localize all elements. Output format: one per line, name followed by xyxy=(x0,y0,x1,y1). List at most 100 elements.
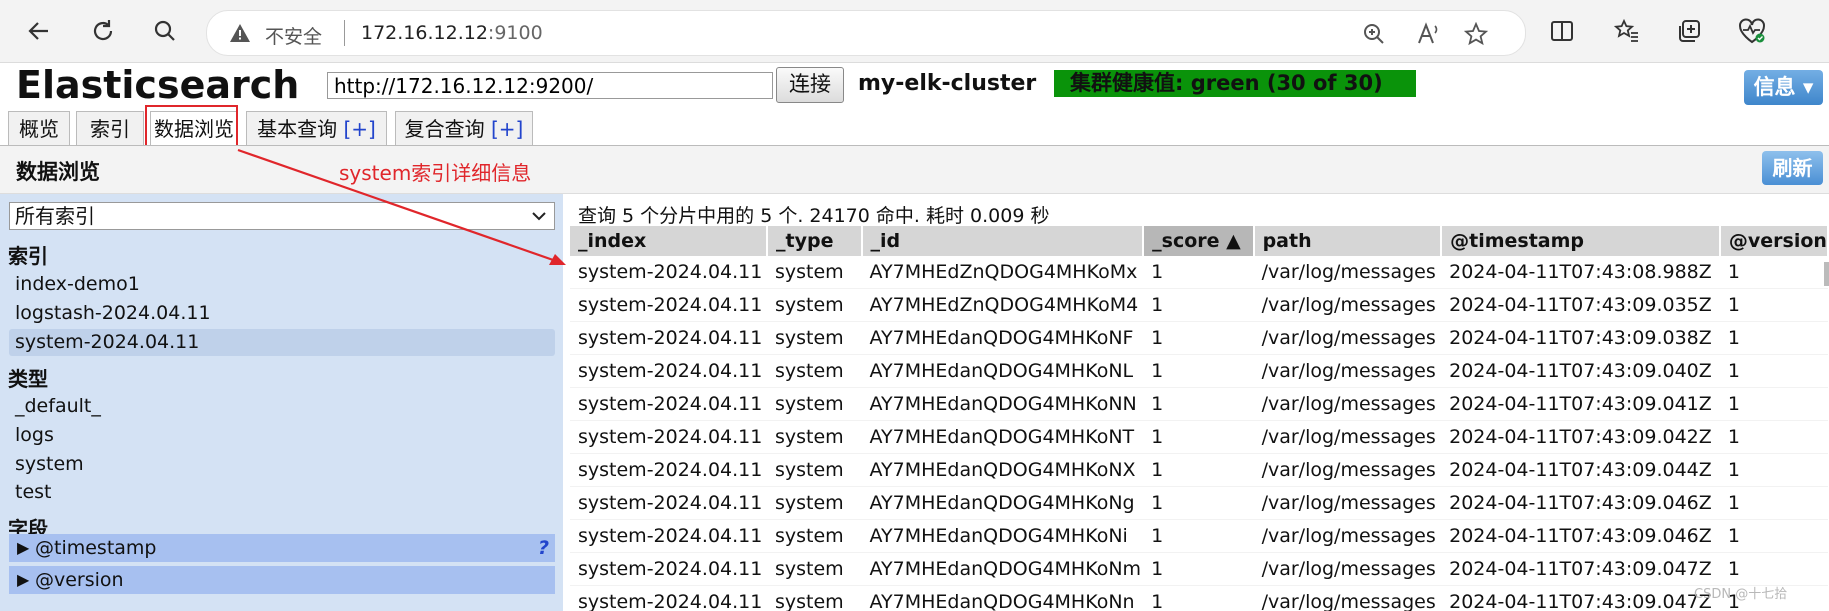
cell-timestamp: 2024-04-11T07:43:09.044Z xyxy=(1441,453,1720,487)
section-title: 数据浏览 xyxy=(16,160,100,184)
cell-path: /var/log/messages xyxy=(1253,420,1442,454)
table-row[interactable]: system-2024.04.11 system AY7MHEdanQDOG4MHK… xyxy=(570,486,1828,520)
chevron-down-icon xyxy=(530,204,548,234)
address-bar[interactable]: 不安全 172.16.12.12:9100 xyxy=(206,10,1526,56)
column-header-type[interactable]: _type xyxy=(767,226,863,256)
tab-basic-query[interactable]: 基本查询 [+] xyxy=(246,111,387,145)
annotation-text: system索引详细信息 xyxy=(339,161,532,185)
cell-version: 1 xyxy=(1719,256,1828,289)
sidebar-item-index[interactable]: index-demo1 xyxy=(9,271,555,298)
refresh-icon[interactable] xyxy=(86,14,120,48)
cell-type: system xyxy=(767,486,862,520)
url-text[interactable]: 172.16.12.12:9100 xyxy=(361,22,543,44)
field-item[interactable]: ▶ @timestamp ? xyxy=(9,534,555,562)
cell-type: system xyxy=(767,387,862,421)
cell-score: 1 xyxy=(1143,519,1254,553)
cell-timestamp: 2024-04-11T07:43:09.047Z xyxy=(1441,585,1720,611)
field-label: @timestamp xyxy=(35,537,157,559)
table-row[interactable]: system-2024.04.11 system AY7MHEdanQDOG4MHK… xyxy=(570,354,1828,388)
cell-version: 1 xyxy=(1719,519,1828,553)
zoom-icon[interactable] xyxy=(1362,22,1386,46)
watermark: CSDN @十七拾 xyxy=(1694,587,1788,602)
cell-timestamp: 2024-04-11T07:43:09.046Z xyxy=(1441,486,1720,520)
scrollbar-thumb[interactable] xyxy=(1824,262,1829,286)
cell-timestamp: 2024-04-11T07:43:09.042Z xyxy=(1441,420,1720,454)
section-bar xyxy=(0,146,1829,194)
browser-health-icon[interactable] xyxy=(1738,18,1766,46)
cell-id: AY7MHEdanQDOG4MHKoNL xyxy=(861,354,1144,388)
split-screen-icon[interactable] xyxy=(1549,18,1577,46)
column-header-index[interactable]: _index xyxy=(570,226,768,256)
table-row[interactable]: system-2024.04.11 system AY7MHEdanQDOG4MHK… xyxy=(570,321,1828,355)
column-header-id[interactable]: _id xyxy=(861,226,1145,256)
column-header-timestamp[interactable]: @timestamp xyxy=(1441,226,1721,256)
results-table-container: _index _type _id _score ▲ path @timestam… xyxy=(570,226,1829,611)
table-row[interactable]: system-2024.04.11 system AY7MHEdZnQDOG4MHK… xyxy=(570,256,1828,289)
cell-path: /var/log/messages xyxy=(1253,256,1442,289)
cell-timestamp: 2024-04-11T07:43:09.041Z xyxy=(1441,387,1720,421)
help-icon[interactable]: ? xyxy=(538,534,549,562)
table-row[interactable]: system-2024.04.11 system AY7MHEdanQDOG4MHK… xyxy=(570,552,1828,586)
info-button[interactable]: 信息 ▾ xyxy=(1744,70,1823,105)
table-row[interactable]: system-2024.04.11 system AY7MHEdanQDOG4MHK… xyxy=(570,420,1828,454)
tab-label: 索引 xyxy=(90,117,130,141)
field-item[interactable]: ▶ @version xyxy=(9,566,555,594)
insecure-label: 不安全 xyxy=(265,26,323,48)
favorite-star-icon[interactable] xyxy=(1463,21,1489,46)
connect-button[interactable]: 连接 xyxy=(776,67,844,103)
table-row[interactable]: system-2024.04.11 system AY7MHEdZnQDOG4MHK… xyxy=(570,288,1828,322)
tab-data-browser[interactable]: 数据浏览 xyxy=(150,111,238,147)
warning-icon[interactable] xyxy=(229,23,251,47)
cell-score: 1 xyxy=(1143,256,1254,289)
table-row[interactable]: system-2024.04.11 system AY7MHEdanQDOG4MHK… xyxy=(570,519,1828,553)
cell-timestamp: 2024-04-11T07:43:09.040Z xyxy=(1441,354,1720,388)
cell-timestamp: 2024-04-11T07:43:09.047Z xyxy=(1441,552,1720,586)
sidebar-item-index-selected[interactable]: system-2024.04.11 xyxy=(9,329,555,356)
back-icon[interactable] xyxy=(22,14,56,48)
tab-compound-query[interactable]: 复合查询 [+] xyxy=(395,111,533,145)
query-summary: 查询 5 个分片中用的 5 个. 24170 命中. 耗时 0.009 秒 xyxy=(578,205,1050,227)
table-row[interactable]: system-2024.04.11 system AY7MHEdanQDOG4MHK… xyxy=(570,585,1828,611)
tab-label: 数据浏览 xyxy=(154,117,234,141)
expand-triangle-icon[interactable]: ▶ xyxy=(17,566,29,594)
add-query-link[interactable]: [+] xyxy=(491,117,523,141)
cell-score: 1 xyxy=(1143,453,1254,487)
collections-icon[interactable] xyxy=(1676,18,1704,46)
sidebar-item-type[interactable]: test xyxy=(9,479,555,506)
cell-version: 1 xyxy=(1719,420,1828,454)
cell-version: 1 xyxy=(1719,321,1828,355)
tab-label: 基本查询 xyxy=(257,117,338,141)
read-aloud-icon[interactable] xyxy=(1416,22,1440,46)
cell-score: 1 xyxy=(1143,288,1254,322)
favorites-list-icon[interactable] xyxy=(1613,18,1642,46)
table-header-row: _index _type _id _score ▲ path @timestam… xyxy=(570,226,1829,256)
cell-index: system-2024.04.11 xyxy=(570,552,767,586)
divider xyxy=(344,20,345,46)
sidebar-item-index[interactable]: logstash-2024.04.11 xyxy=(9,300,555,327)
cell-version: 1 xyxy=(1719,453,1828,487)
cell-id: AY7MHEdanQDOG4MHKoNn xyxy=(861,585,1144,611)
tab-overview[interactable]: 概览 xyxy=(8,111,70,145)
cell-score: 1 xyxy=(1143,321,1254,355)
index-select[interactable]: 所有索引 xyxy=(9,202,555,230)
cell-index: system-2024.04.11 xyxy=(570,585,767,611)
results-table: _index _type _id _score ▲ path @timestam… xyxy=(570,226,1829,611)
cell-timestamp: 2024-04-11T07:43:09.035Z xyxy=(1441,288,1720,322)
table-row[interactable]: system-2024.04.11 system AY7MHEdanQDOG4MHK… xyxy=(570,387,1828,421)
column-header-version[interactable]: @version xyxy=(1719,226,1829,256)
tab-indices[interactable]: 索引 xyxy=(76,111,144,145)
search-icon[interactable] xyxy=(148,14,182,48)
cell-index: system-2024.04.11 xyxy=(570,256,767,289)
cell-score: 1 xyxy=(1143,420,1254,454)
sidebar-item-type[interactable]: logs xyxy=(9,422,555,449)
cluster-url-input[interactable] xyxy=(327,72,773,99)
sidebar-item-type[interactable]: system xyxy=(9,451,555,478)
expand-triangle-icon[interactable]: ▶ xyxy=(17,534,29,562)
cell-index: system-2024.04.11 xyxy=(570,354,767,388)
refresh-button[interactable]: 刷新 xyxy=(1762,151,1823,185)
column-header-path[interactable]: path xyxy=(1253,226,1443,256)
table-row[interactable]: system-2024.04.11 system AY7MHEdanQDOG4MHK… xyxy=(570,453,1828,487)
sidebar-item-type[interactable]: _default_ xyxy=(9,393,555,420)
add-query-link[interactable]: [+] xyxy=(343,117,375,141)
column-header-score[interactable]: _score ▲ xyxy=(1143,226,1255,256)
